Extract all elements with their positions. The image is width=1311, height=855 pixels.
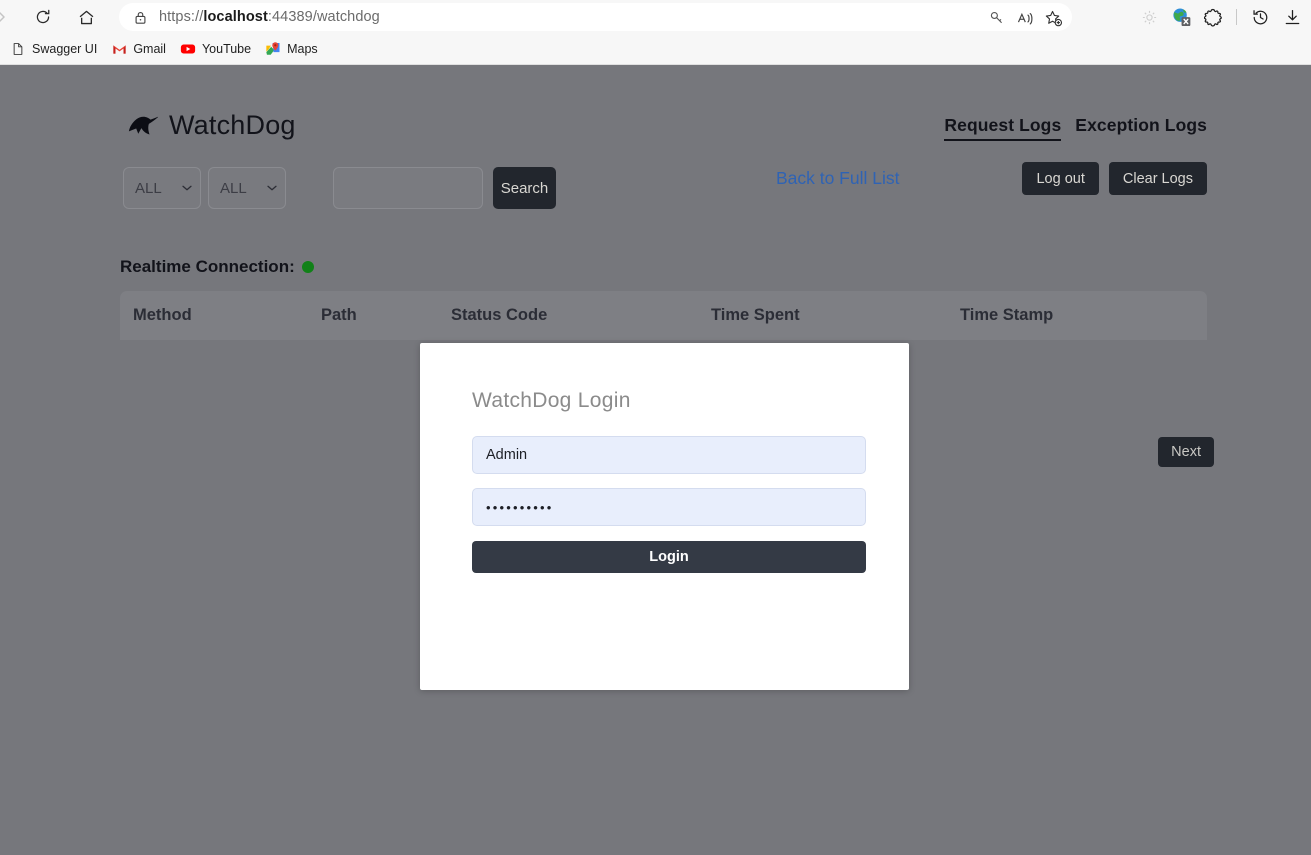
forward-arrow-icon	[0, 7, 11, 27]
app-header: WatchDog Request Logs Exception Logs	[121, 110, 1207, 160]
bookmark-swagger-ui[interactable]: Swagger UI	[3, 37, 104, 61]
header-actions: Back to Full List Log out Clear Logs	[776, 162, 1207, 195]
login-modal: WatchDog Login Admin •••••••••• Login	[420, 343, 909, 690]
bookmark-label: Maps	[287, 42, 318, 56]
browser-chrome: https://localhost:44389/watchdog Swagger…	[0, 0, 1311, 65]
bookmark-label: Swagger UI	[32, 42, 98, 56]
history-icon[interactable]	[1245, 2, 1275, 32]
bookmark-youtube[interactable]: YouTube	[173, 37, 258, 61]
method-filter-value: ALL	[135, 179, 162, 197]
column-header-time-spent: Time Spent	[711, 306, 800, 324]
page-content: WatchDog Request Logs Exception Logs ALL…	[0, 65, 1311, 855]
realtime-connection-status: Realtime Connection:	[120, 257, 314, 277]
app-title: WatchDog	[169, 110, 296, 140]
status-filter-value: ALL	[220, 179, 247, 197]
method-filter-select[interactable]: ALL	[123, 167, 201, 209]
refresh-icon	[34, 8, 52, 26]
bookmarks-bar: Swagger UI Gmail YouTube Maps	[0, 34, 1311, 64]
status-filter-select[interactable]: ALL	[208, 167, 286, 209]
column-header-method: Method	[133, 306, 192, 324]
dog-head-icon	[121, 111, 159, 141]
home-button[interactable]	[71, 2, 101, 32]
chevron-down-icon	[267, 185, 277, 191]
read-aloud-icon[interactable]	[1012, 5, 1038, 31]
column-header-status-code: Status Code	[451, 306, 548, 324]
nav-link-request-logs[interactable]: Request Logs	[944, 115, 1062, 141]
back-to-full-list-link[interactable]: Back to Full List	[776, 168, 900, 189]
forward-button[interactable]	[0, 2, 16, 32]
green-dot-icon	[301, 261, 314, 273]
main-nav: Request Logs Exception Logs	[944, 115, 1207, 141]
home-icon	[77, 8, 96, 27]
translate-blocked-icon[interactable]	[1166, 2, 1196, 32]
bookmark-label: Gmail	[133, 42, 166, 56]
toolbar-divider	[1236, 9, 1237, 25]
document-icon	[10, 41, 26, 57]
youtube-icon	[180, 41, 196, 57]
url-text: https://localhost:44389/watchdog	[159, 9, 380, 25]
logout-button[interactable]: Log out	[1022, 162, 1099, 195]
clear-logs-button[interactable]: Clear Logs	[1108, 162, 1207, 195]
log-table-header: Method Path Status Code Time Spent Time …	[120, 291, 1207, 340]
column-header-time-stamp: Time Stamp	[960, 306, 1054, 324]
password-input[interactable]: ••••••••••	[472, 488, 866, 526]
downloads-icon[interactable]	[1277, 2, 1307, 32]
username-input[interactable]: Admin	[472, 436, 866, 474]
login-modal-title: WatchDog Login	[472, 389, 631, 412]
app-brand: WatchDog	[121, 110, 296, 141]
extensions-puzzle-icon[interactable]	[1198, 2, 1228, 32]
lock-icon	[127, 4, 153, 30]
address-bar[interactable]: https://localhost:44389/watchdog	[119, 3, 1072, 31]
browser-toolbar-right	[1134, 2, 1307, 32]
search-button[interactable]: Search	[493, 167, 556, 209]
key-icon[interactable]	[984, 5, 1010, 31]
next-page-button[interactable]: Next	[1158, 437, 1214, 467]
add-favorite-icon[interactable]	[1040, 5, 1066, 31]
google-maps-icon	[265, 41, 281, 57]
collections-icon[interactable]	[1134, 2, 1164, 32]
column-header-path: Path	[321, 306, 357, 324]
realtime-connection-label: Realtime Connection:	[120, 257, 295, 276]
bookmark-label: YouTube	[201, 42, 252, 56]
bookmark-maps[interactable]: Maps	[258, 37, 325, 61]
address-bar-actions	[984, 5, 1066, 31]
gmail-icon	[111, 41, 127, 57]
filter-bar: ALL ALL Search	[123, 167, 556, 209]
refresh-button[interactable]	[28, 2, 58, 32]
bookmark-gmail[interactable]: Gmail	[104, 37, 173, 61]
search-input[interactable]	[333, 167, 483, 209]
login-button[interactable]: Login	[472, 541, 866, 573]
nav-link-exception-logs[interactable]: Exception Logs	[1075, 115, 1207, 141]
browser-toolbar: https://localhost:44389/watchdog	[0, 0, 1311, 34]
chevron-down-icon	[182, 185, 192, 191]
